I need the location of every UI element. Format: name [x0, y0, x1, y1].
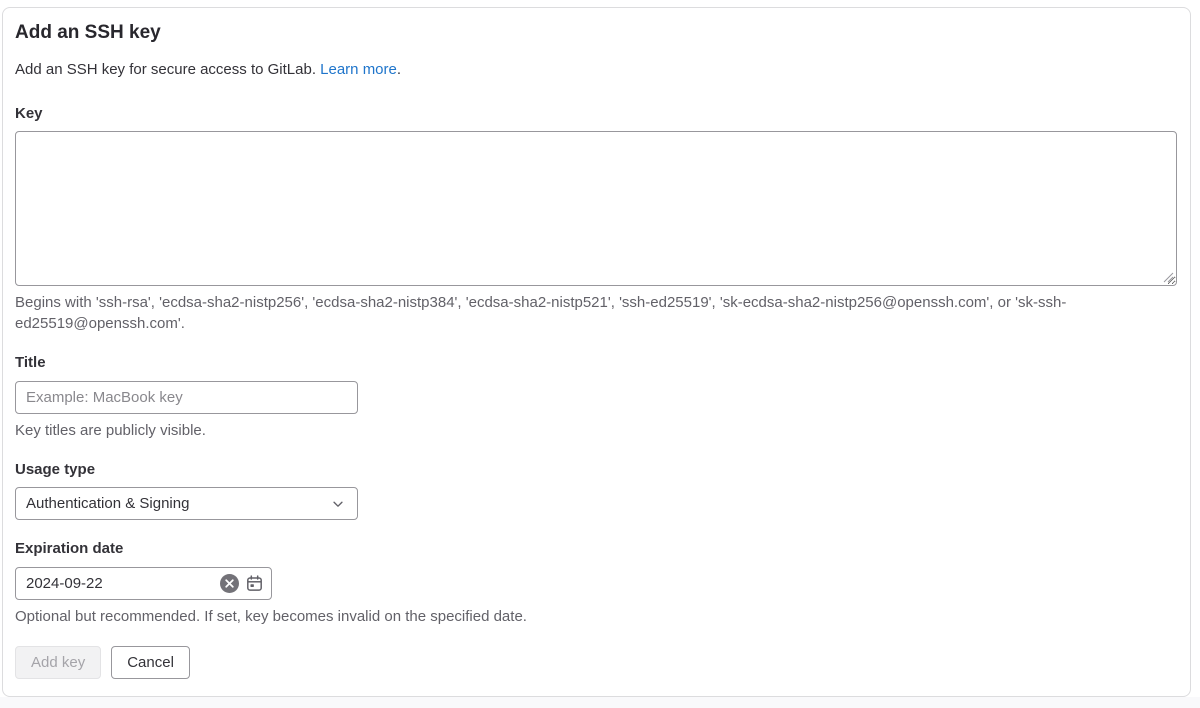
expiration-date-input[interactable]: 2024-09-22 [15, 567, 272, 600]
title-help-text: Key titles are publicly visible. [15, 420, 1177, 441]
key-textarea[interactable] [15, 131, 1177, 286]
usage-type-select[interactable]: Authentication & Signing [15, 487, 358, 520]
learn-more-link[interactable]: Learn more [320, 61, 397, 78]
page-description: Add an SSH key for secure access to GitL… [15, 59, 1177, 80]
key-help-text: Begins with 'ssh-rsa', 'ecdsa-sha2-nistp… [15, 292, 1177, 334]
title-field-group: Title Key titles are publicly visible. [15, 353, 1177, 441]
key-label: Key [15, 104, 1177, 124]
expiration-date-label: Expiration date [15, 539, 1177, 559]
usage-type-selected-value: Authentication & Signing [26, 495, 189, 512]
calendar-icon [246, 575, 263, 592]
add-ssh-key-card: Add an SSH key Add an SSH key for secure… [2, 7, 1191, 697]
cancel-button[interactable]: Cancel [111, 646, 190, 679]
expiration-date-help-text: Optional but recommended. If set, key be… [15, 606, 1177, 627]
calendar-button[interactable] [246, 575, 263, 592]
page-footer-strip [0, 697, 1200, 708]
clear-date-button[interactable] [219, 573, 240, 594]
title-label: Title [15, 353, 1177, 373]
expiration-date-value: 2024-09-22 [26, 575, 213, 592]
chevron-down-icon [331, 497, 345, 511]
add-key-button[interactable]: Add key [15, 646, 101, 679]
expiration-date-field-group: Expiration date 2024-09-22 Optional but [15, 539, 1177, 627]
title-input[interactable] [15, 381, 358, 414]
page-description-text: Add an SSH key for secure access to GitL… [15, 61, 316, 78]
usage-type-field-group: Usage type Authentication & Signing [15, 460, 1177, 521]
page-description-period: . [397, 61, 401, 78]
form-actions: Add key Cancel [15, 646, 1177, 679]
usage-type-label: Usage type [15, 460, 1177, 480]
key-textarea-wrap [15, 131, 1177, 286]
clear-icon [219, 573, 240, 594]
page-title: Add an SSH key [15, 21, 1177, 46]
key-field-group: Key Begins with 'ssh-rsa', 'ecdsa-sha2-n… [15, 104, 1177, 335]
